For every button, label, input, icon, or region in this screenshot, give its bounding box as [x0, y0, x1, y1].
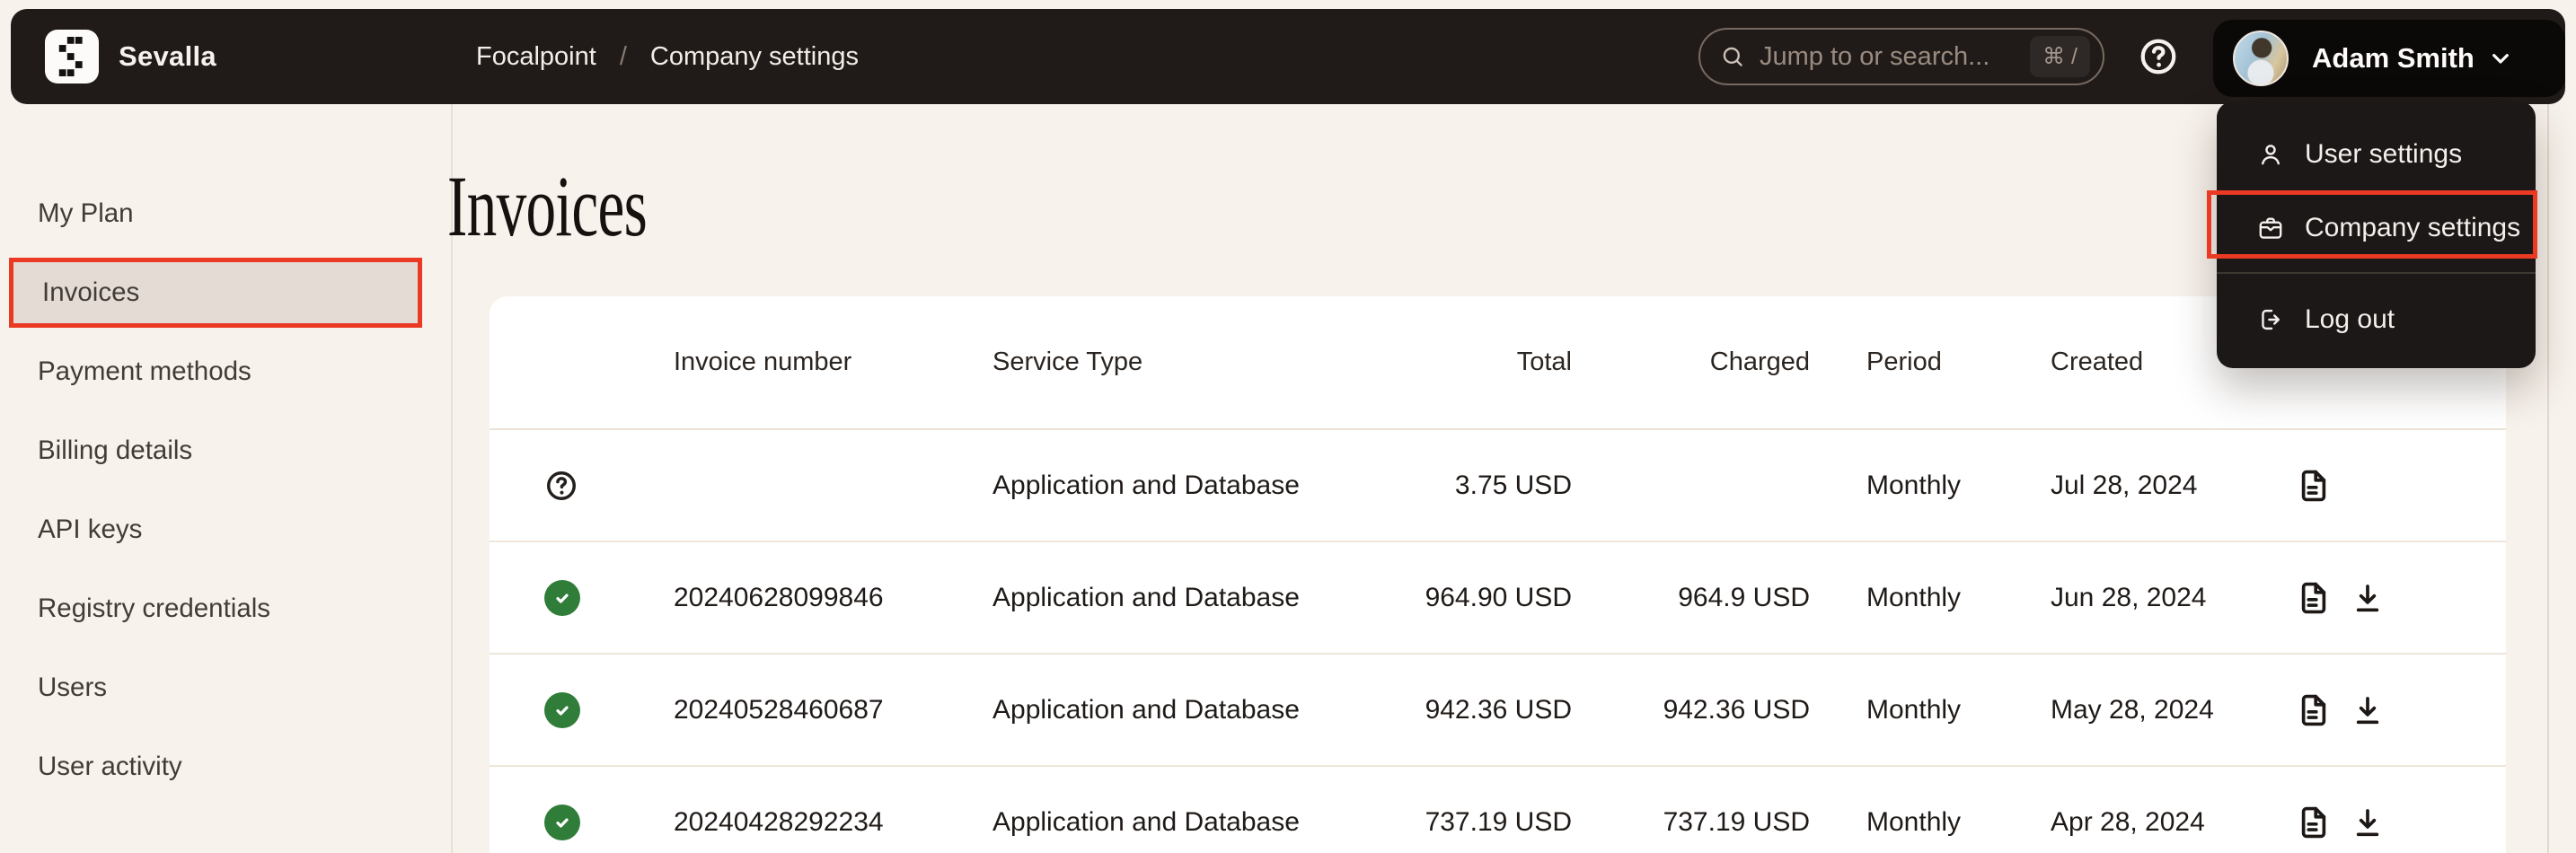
created-date: Jun 28, 2024 [1994, 583, 2263, 613]
created-date: May 28, 2024 [1994, 695, 2263, 725]
invoice-number: 20240528460687 [674, 695, 992, 725]
invoice-number: 20240628099846 [674, 583, 992, 613]
table-row: 20240528460687 Application and Database … [490, 655, 2506, 767]
sevalla-logo-icon [45, 30, 99, 84]
menu-item-user-settings[interactable]: User settings [2217, 118, 2536, 191]
download-icon[interactable] [2350, 805, 2386, 840]
invoice-number: 20240428292234 [674, 807, 992, 838]
column-header-period: Period [1810, 347, 1994, 377]
invoices-table-card: Invoice number Service Type Total Charge… [490, 296, 2506, 853]
sidebar-item-invoices[interactable]: Invoices [9, 258, 422, 328]
service-type: Application and Database [992, 470, 1343, 501]
sidebar-item-payment-methods[interactable]: Payment methods [9, 337, 422, 407]
billing-period: Monthly [1810, 695, 1994, 725]
menu-divider [2217, 272, 2536, 274]
total-amount: 3.75 USD [1343, 470, 1572, 501]
column-header-total: Total [1343, 347, 1572, 377]
menu-item-log-out[interactable]: Log out [2217, 283, 2536, 356]
service-type: Application and Database [992, 583, 1343, 613]
column-header-charged: Charged [1572, 347, 1810, 377]
breadcrumb-separator: / [620, 42, 627, 72]
billing-period: Monthly [1810, 583, 1994, 613]
pending-status-icon [544, 469, 578, 503]
charged-amount: 964.9 USD [1572, 583, 1810, 613]
top-navigation-bar: Sevalla Focalpoint / Company settings ⌘ … [11, 9, 2565, 104]
column-header-service-type: Service Type [992, 347, 1343, 377]
search-shortcut-badge: ⌘ / [2030, 36, 2090, 77]
user-icon [2256, 140, 2285, 169]
chevron-down-icon [2486, 44, 2515, 73]
column-header-invoice-number: Invoice number [674, 347, 992, 377]
billing-period: Monthly [1810, 470, 1994, 501]
total-amount: 942.36 USD [1343, 695, 1572, 725]
sidebar-item-users[interactable]: Users [9, 653, 422, 723]
briefcase-icon [2256, 214, 2285, 242]
charged-amount: 942.36 USD [1572, 695, 1810, 725]
breadcrumb: Focalpoint / Company settings [476, 9, 859, 104]
search-input[interactable] [1758, 41, 2030, 73]
global-search[interactable]: ⌘ / [1698, 28, 2104, 85]
user-dropdown-menu: User settings Company settings Log out [2217, 101, 2536, 368]
paid-status-icon [544, 692, 580, 728]
total-amount: 737.19 USD [1343, 807, 1572, 838]
help-icon[interactable] [2138, 36, 2179, 77]
table-row: Application and Database 3.75 USD Monthl… [490, 430, 2506, 542]
table-row: 20240428292234 Application and Database … [490, 767, 2506, 853]
search-icon [1720, 44, 1745, 69]
breadcrumb-project[interactable]: Focalpoint [476, 42, 596, 72]
table-header-row: Invoice number Service Type Total Charge… [490, 296, 2506, 430]
service-type: Application and Database [992, 695, 1343, 725]
created-date: Apr 28, 2024 [1994, 807, 2263, 838]
download-icon[interactable] [2350, 580, 2386, 616]
invoice-file-icon[interactable] [2294, 803, 2333, 842]
download-icon[interactable] [2350, 692, 2386, 728]
sidebar-item-api-keys[interactable]: API keys [9, 495, 422, 565]
invoice-file-icon[interactable] [2294, 578, 2333, 618]
avatar [2233, 31, 2289, 86]
charged-amount: 737.19 USD [1572, 807, 1810, 838]
company-settings-page: Sevalla Focalpoint / Company settings ⌘ … [0, 0, 2576, 853]
table-row: 20240628099846 Application and Database … [490, 542, 2506, 655]
paid-status-icon [544, 580, 580, 616]
content-edge-line [2547, 104, 2549, 853]
sidebar-item-billing-details[interactable]: Billing details [9, 416, 422, 486]
breadcrumb-current: Company settings [650, 42, 859, 72]
brand-name: Sevalla [119, 40, 216, 73]
billing-period: Monthly [1810, 807, 1994, 838]
user-menu-button[interactable]: Adam Smith [2213, 20, 2565, 97]
settings-sidebar: My Plan Invoices Payment methods Billing… [0, 179, 452, 811]
invoice-file-icon[interactable] [2294, 690, 2333, 730]
user-name: Adam Smith [2312, 42, 2475, 75]
logout-icon [2256, 305, 2285, 334]
sidebar-item-user-activity[interactable]: User activity [9, 732, 422, 802]
sidebar-item-registry-credentials[interactable]: Registry credentials [9, 574, 422, 644]
service-type: Application and Database [992, 807, 1343, 838]
total-amount: 964.90 USD [1343, 583, 1572, 613]
sidebar-item-my-plan[interactable]: My Plan [9, 179, 422, 249]
paid-status-icon [544, 805, 580, 840]
brand[interactable]: Sevalla [45, 30, 216, 84]
menu-item-company-settings[interactable]: Company settings [2217, 191, 2536, 265]
page-title: Invoices [447, 163, 647, 250]
invoice-file-icon[interactable] [2294, 466, 2333, 506]
created-date: Jul 28, 2024 [1994, 470, 2263, 501]
